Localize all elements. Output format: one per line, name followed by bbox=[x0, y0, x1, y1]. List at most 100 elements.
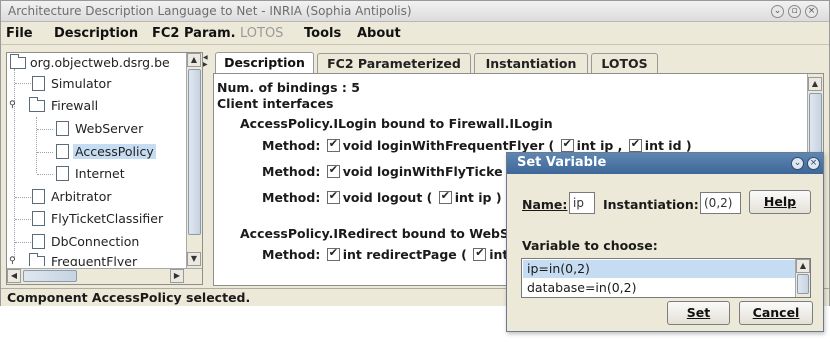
scroll-up-icon[interactable]: ▲ bbox=[796, 259, 810, 273]
tree-item-simulator[interactable]: Simulator bbox=[7, 74, 185, 94]
tree-item-firewall[interactable]: ⚲ Firewall bbox=[7, 96, 185, 116]
param-checkbox[interactable] bbox=[438, 189, 452, 204]
param-label: int id ) bbox=[644, 138, 692, 153]
panel-splitter[interactable]: ◀ ▶ bbox=[203, 52, 209, 285]
scroll-thumb[interactable] bbox=[797, 274, 809, 294]
scroll-thumb[interactable] bbox=[23, 270, 77, 282]
instantiation-label: Instantiation: bbox=[603, 197, 699, 212]
scroll-left-icon[interactable]: ◀ bbox=[7, 269, 21, 283]
scroll-right-icon[interactable]: ▶ bbox=[170, 269, 184, 283]
file-icon bbox=[56, 144, 69, 159]
param-checkbox[interactable] bbox=[628, 137, 642, 152]
method-label: Method: bbox=[262, 138, 321, 153]
tree-item-label: Simulator bbox=[51, 76, 112, 91]
help-button-label: Help bbox=[763, 194, 797, 209]
close-icon[interactable]: × bbox=[805, 5, 818, 18]
variable-to-choose-label: Variable to choose: bbox=[522, 238, 658, 253]
list-item[interactable]: ip=in(0,2) bbox=[523, 260, 795, 278]
component-tree[interactable]: org.objectweb.dsrg.be Simulator ⚲ Firewa… bbox=[6, 52, 203, 285]
menu-file[interactable]: File bbox=[6, 26, 33, 41]
method-checkbox[interactable] bbox=[326, 163, 340, 178]
tab-fc2-parameterized[interactable]: FC2 Parameterized bbox=[317, 53, 471, 73]
client-interfaces-heading: Client interfaces bbox=[217, 96, 334, 111]
expand-toggle-icon[interactable]: ⚲ bbox=[9, 257, 18, 266]
variable-list[interactable]: ip=in(0,2) database=in(0,2) ▲ bbox=[521, 258, 811, 298]
bindings-label: Num. of bindings : bbox=[217, 80, 347, 95]
binding-iredirect: AccessPolicy.IRedirect bound to WebSe bbox=[240, 226, 518, 241]
tab-lotos[interactable]: LOTOS bbox=[591, 53, 658, 73]
method-signature: void logout ( bbox=[342, 190, 433, 205]
instantiation-field[interactable]: (0,2) bbox=[700, 192, 741, 214]
file-icon bbox=[56, 121, 69, 136]
param-checkbox[interactable] bbox=[560, 137, 574, 152]
collapse-left-icon[interactable]: ◀ bbox=[203, 54, 208, 61]
minimize-icon[interactable]: ⌄ bbox=[771, 5, 784, 18]
menu-about[interactable]: About bbox=[357, 26, 401, 41]
tree-item-dbconnection[interactable]: DbConnection bbox=[7, 232, 185, 252]
scroll-thumb[interactable] bbox=[188, 69, 201, 235]
name-field[interactable]: ip bbox=[569, 192, 595, 214]
tree-item-webserver[interactable]: WebServer bbox=[7, 119, 185, 139]
tree-item-internet[interactable]: Internet bbox=[7, 164, 185, 184]
folder-icon bbox=[29, 97, 45, 112]
method-label: Method: bbox=[262, 247, 321, 262]
help-button[interactable]: Help bbox=[749, 190, 811, 214]
param-label: int ip ) bbox=[454, 190, 502, 205]
file-icon bbox=[56, 166, 69, 181]
menu-lotos[interactable]: LOTOS bbox=[240, 26, 283, 41]
dialog-minimize-icon[interactable]: ⌄ bbox=[791, 157, 804, 170]
scroll-up-icon[interactable]: ▲ bbox=[187, 53, 201, 67]
expand-right-icon[interactable]: ▶ bbox=[203, 61, 208, 68]
tree-item-label: WebServer bbox=[75, 121, 144, 136]
scroll-up-icon[interactable]: ▲ bbox=[808, 77, 822, 91]
tree-root[interactable]: org.objectweb.dsrg.be bbox=[7, 53, 185, 73]
method-checkbox[interactable] bbox=[326, 189, 340, 204]
scroll-down-icon[interactable]: ▼ bbox=[187, 252, 201, 266]
maximize-icon[interactable]: ▫ bbox=[788, 5, 801, 18]
name-label: Name: bbox=[522, 197, 567, 212]
tree-horizontal-scrollbar[interactable]: ◀ ▶ bbox=[7, 268, 202, 284]
scroll-thumb[interactable] bbox=[809, 93, 822, 153]
method-signature: int redirectPage ( bbox=[342, 247, 467, 262]
expand-toggle-icon[interactable]: ⚲ bbox=[9, 101, 18, 110]
menu-bar: File Description FC2 Param. LOTOS Tools … bbox=[1, 23, 829, 45]
tree-item-label: AccessPolicy bbox=[73, 144, 156, 159]
dialog-title: Set Variable bbox=[517, 155, 607, 170]
param-checkbox[interactable] bbox=[473, 246, 487, 261]
tree-item-label: DbConnection bbox=[51, 234, 140, 249]
tree-item-label: Arbitrator bbox=[51, 189, 112, 204]
method-label: Method: bbox=[262, 190, 321, 205]
menu-fc2-param[interactable]: FC2 Param. bbox=[152, 26, 236, 41]
set-button[interactable]: Set bbox=[667, 301, 730, 325]
tree-item-flyticketclassifier[interactable]: FlyTicketClassifier bbox=[7, 209, 185, 229]
list-vertical-scrollbar[interactable]: ▲ bbox=[795, 259, 810, 297]
method-checkbox[interactable] bbox=[326, 246, 340, 261]
file-icon bbox=[32, 211, 45, 226]
menu-tools[interactable]: Tools bbox=[304, 26, 341, 41]
file-icon bbox=[32, 234, 45, 249]
folder-icon bbox=[29, 253, 45, 266]
bindings-line: Num. of bindings : 5 bbox=[217, 80, 360, 95]
dialog-title-bar[interactable]: Set Variable ⌄ × bbox=[507, 153, 823, 174]
method-row: Method: void logout ( int ip ) bbox=[262, 189, 502, 205]
method-checkbox[interactable] bbox=[326, 137, 340, 152]
binding-ilogin: AccessPolicy.ILogin bound to Firewall.IL… bbox=[240, 116, 553, 131]
tree-item-label: Internet bbox=[75, 166, 125, 181]
list-item[interactable]: database=in(0,2) bbox=[523, 279, 795, 297]
tree-item-arbitrator[interactable]: Arbitrator bbox=[7, 187, 185, 207]
tree-item-accesspolicy[interactable]: AccessPolicy bbox=[7, 142, 185, 162]
cancel-button[interactable]: Cancel bbox=[739, 301, 813, 325]
menu-description[interactable]: Description bbox=[54, 26, 138, 41]
set-variable-dialog: Set Variable ⌄ × Name: ip Instantiation:… bbox=[506, 152, 824, 332]
window-title: Architecture Description Language to Net… bbox=[8, 4, 412, 18]
tab-description[interactable]: Description bbox=[215, 52, 314, 74]
tab-instantiation[interactable]: Instantiation bbox=[474, 53, 588, 73]
cancel-button-label: Cancel bbox=[752, 305, 800, 320]
dialog-close-icon[interactable]: × bbox=[807, 157, 820, 170]
tree-item-label: Firewall bbox=[51, 98, 99, 113]
bindings-count: 5 bbox=[351, 80, 360, 95]
tree-item-frequentflyer[interactable]: ⚲ FrequentFlyer bbox=[7, 252, 185, 266]
method-signature: void loginWithFrequentFlyer ( bbox=[342, 138, 555, 153]
tree-vertical-scrollbar[interactable]: ▲ ▼ bbox=[186, 53, 202, 268]
title-bar[interactable]: Architecture Description Language to Net… bbox=[1, 1, 829, 22]
